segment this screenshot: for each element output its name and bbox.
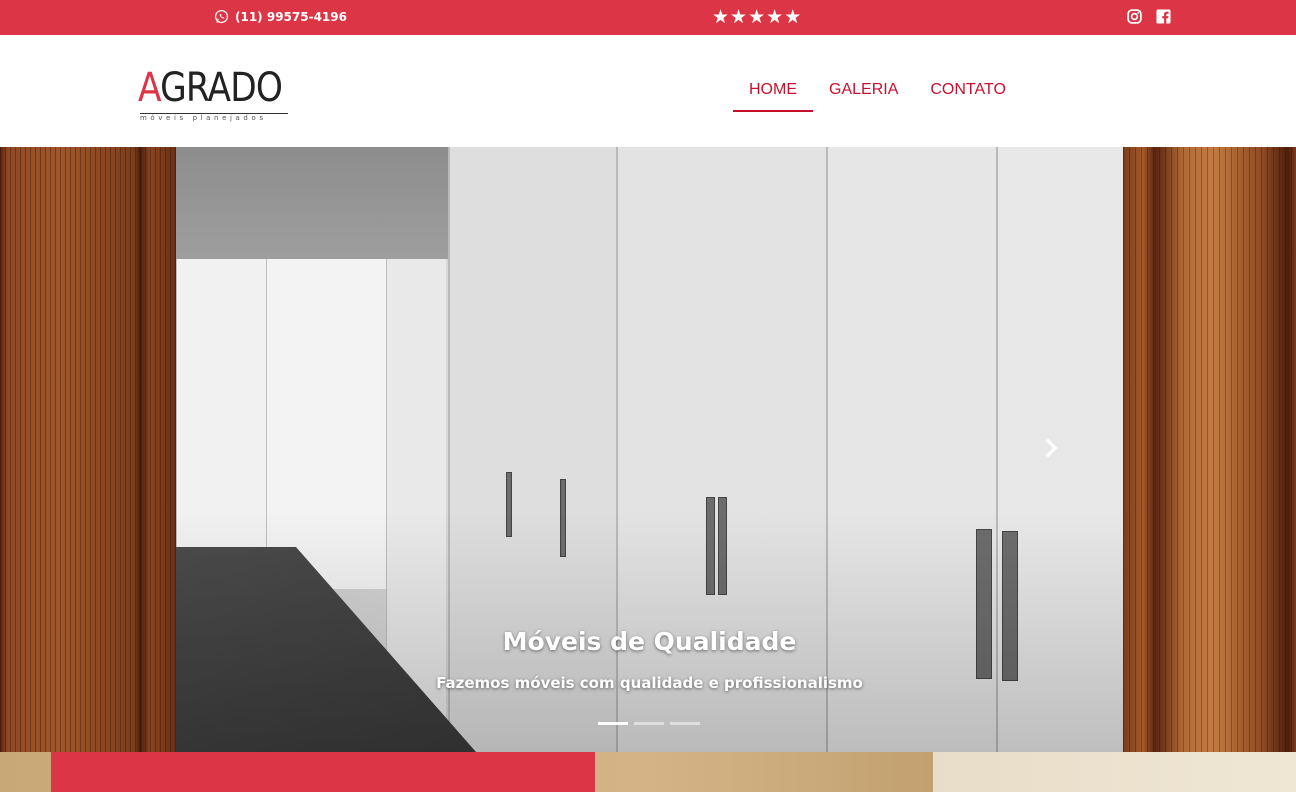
- social-links: [1127, 9, 1171, 24]
- star-icon: ★: [766, 6, 784, 28]
- star-icon: ★: [730, 6, 748, 28]
- site-logo[interactable]: AGRADO móveis planejados: [138, 65, 292, 125]
- star-icon: ★: [748, 6, 766, 28]
- logo-initial: A: [138, 65, 161, 111]
- instagram-icon[interactable]: [1127, 9, 1142, 24]
- phone-number: (11) 99575-4196: [235, 9, 347, 24]
- slide-subtitle: Fazemos móveis com qualidade e profissio…: [436, 674, 863, 692]
- carousel-indicator[interactable]: [634, 722, 664, 725]
- whatsapp-icon: [214, 9, 229, 24]
- nav-galeria[interactable]: GALERIA: [813, 35, 914, 147]
- hero-carousel: Móveis de Qualidade Fazemos móveis com q…: [0, 147, 1296, 752]
- site-header: AGRADO móveis planejados HOME GALERIA CO…: [0, 35, 1296, 147]
- main-nav: HOME GALERIA CONTATO: [733, 35, 1022, 147]
- logo-word: GRADO: [160, 65, 283, 111]
- red-content-block: [51, 752, 595, 792]
- carousel-indicator[interactable]: [598, 722, 628, 725]
- top-bar: (11) 99575-4196 ★ ★ ★ ★ ★: [0, 0, 1296, 35]
- facebook-icon[interactable]: [1156, 9, 1171, 24]
- carousel-slide-image: [176, 147, 1123, 752]
- carousel-indicator[interactable]: [670, 722, 700, 725]
- star-icon: ★: [784, 6, 802, 28]
- phone-contact[interactable]: (11) 99575-4196: [214, 9, 347, 24]
- nav-home[interactable]: HOME: [733, 35, 813, 147]
- wood-panel-right: [1123, 147, 1296, 752]
- logo-tagline: móveis planejados: [140, 113, 288, 122]
- wood-panel-left: [0, 147, 176, 752]
- nav-contato[interactable]: CONTATO: [914, 35, 1022, 147]
- chevron-right-icon: [1045, 438, 1058, 458]
- logo-wordmark: AGRADO: [138, 65, 283, 111]
- carousel-indicators: [598, 722, 700, 725]
- carousel-next-button[interactable]: [1040, 437, 1062, 463]
- slide-title: Móveis de Qualidade: [502, 627, 797, 656]
- rating-stars: ★ ★ ★ ★ ★: [712, 8, 801, 27]
- star-icon: ★: [712, 6, 730, 28]
